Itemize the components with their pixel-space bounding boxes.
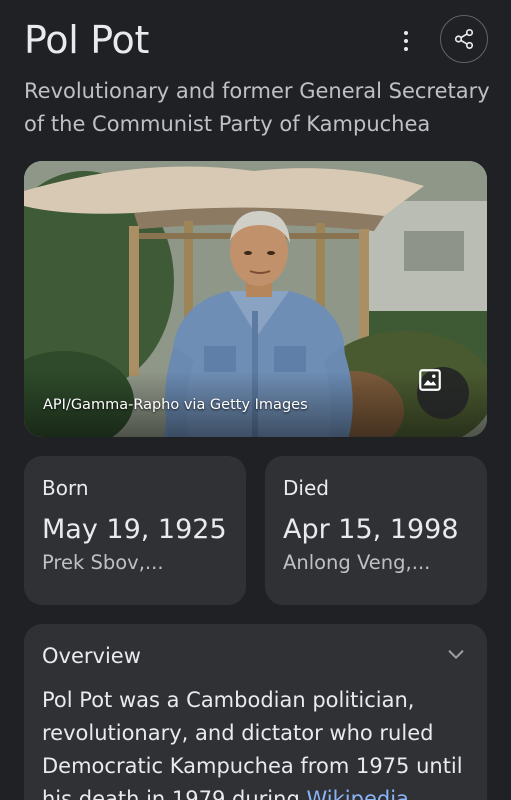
born-label: Born — [42, 476, 89, 500]
died-date: Apr 15, 1998 — [283, 514, 459, 545]
died-card[interactable]: Died Apr 15, 1998 Anlong Veng,... — [265, 456, 487, 605]
hero-image[interactable]: API/Gamma-Rapho via Getty Images — [24, 161, 487, 437]
image-credit: API/Gamma-Rapho via Getty Images — [43, 397, 308, 413]
died-label: Died — [283, 476, 329, 500]
more-options-icon[interactable] — [392, 24, 420, 58]
born-place: Prek Sbov,... — [42, 551, 164, 574]
overview-title: Overview — [42, 644, 141, 668]
view-images-button[interactable] — [417, 367, 469, 419]
born-date: May 19, 1925 — [42, 514, 227, 545]
share-button[interactable] — [440, 15, 488, 63]
page-title: Pol Pot — [24, 18, 150, 62]
died-place: Anlong Veng,... — [283, 551, 431, 574]
born-card[interactable]: Born May 19, 1925 Prek Sbov,... — [24, 456, 246, 605]
overview-card[interactable]: Overview Pol Pot was a Cambodian politic… — [24, 624, 487, 800]
knowledge-panel: Pol Pot Revolutionary and former General… — [0, 0, 511, 800]
chevron-down-icon[interactable] — [445, 643, 467, 665]
overview-text: Pol Pot was a Cambodian politician, revo… — [42, 684, 469, 800]
overview-body: Pol Pot was a Cambodian politician, revo… — [42, 688, 463, 800]
share-icon — [454, 29, 474, 49]
image-icon — [419, 369, 441, 391]
wikipedia-link[interactable]: Wikipedia — [306, 787, 408, 800]
page-subtitle: Revolutionary and former General Secreta… — [24, 79, 490, 136]
